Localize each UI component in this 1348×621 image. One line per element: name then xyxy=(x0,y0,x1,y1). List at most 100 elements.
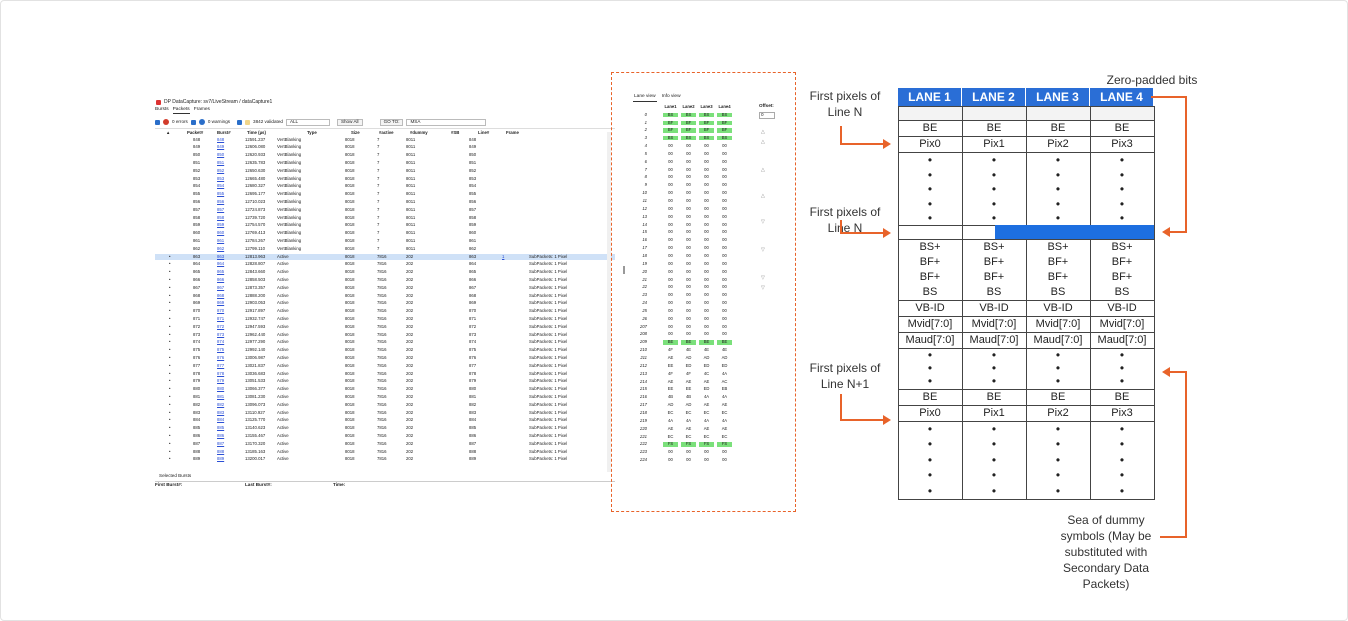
cell-b[interactable]: 878 xyxy=(217,371,224,376)
column-header[interactable]: #SB xyxy=(451,130,459,135)
cell-b[interactable]: 887 xyxy=(217,441,224,446)
cell-b[interactable]: 883 xyxy=(217,410,224,415)
table-row[interactable]: • 864 864 12828.807 Active 8018 7816 202 864 SubP… xyxy=(155,261,615,268)
menu-packets[interactable]: Packets xyxy=(172,107,190,114)
column-header[interactable]: Time (µs) xyxy=(247,130,266,135)
table-row[interactable]: 861 861 12784.267 VertBlanking 8018 7 8011 861 xyxy=(155,238,615,244)
table-row[interactable]: • 866 866 12858.503 Active 8018 7816 202 866 SubP… xyxy=(155,277,615,283)
table-row[interactable]: 852 852 12650.630 VertBlanking 8018 7 8011 852 xyxy=(155,168,615,174)
cell-b[interactable]: 861 xyxy=(217,238,224,243)
cell-b[interactable]: 851 xyxy=(217,160,224,165)
table-row[interactable]: • 876 876 13006.987 Active 8018 7816 202 876 SubP… xyxy=(155,355,615,361)
cell-b[interactable]: 849 xyxy=(217,144,224,149)
cell-b[interactable]: 869 xyxy=(217,300,224,305)
cell-b[interactable]: 859 xyxy=(217,222,224,227)
cell-b[interactable]: 885 xyxy=(217,425,224,430)
table-row[interactable]: 855 855 12695.177 VertBlanking 8018 7 8011 855 xyxy=(155,191,615,198)
cell-b[interactable]: 867 xyxy=(217,285,224,290)
column-header[interactable]: #dummy xyxy=(410,130,428,135)
table-row[interactable]: • 883 883 13110.927 Active 8018 7816 202 883 SubP… xyxy=(155,410,615,416)
table-row[interactable]: • 865 865 12843.660 Active 8018 7816 202 865 SubP… xyxy=(155,269,615,276)
table-row[interactable]: 851 851 12635.783 VertBlanking 8018 7 8011 851 xyxy=(155,160,615,166)
cell-b[interactable]: 873 xyxy=(217,332,224,337)
table-row[interactable]: • 867 867 12873.357 Active 8018 7816 202 867 SubP… xyxy=(155,285,615,291)
table-row[interactable]: • 885 885 13140.623 Active 8018 7816 202 885 SubP… xyxy=(155,425,615,432)
table-row[interactable]: • 872 872 12947.593 Active 8018 7816 202 872 SubP… xyxy=(155,324,615,330)
cell-b[interactable]: 881 xyxy=(217,394,224,399)
table-row[interactable]: • 887 887 13170.320 Active 8018 7816 202 887 SubP… xyxy=(155,441,615,447)
table-row[interactable]: • 888 888 13185.163 Active 8018 7816 202 888 SubP… xyxy=(155,449,615,455)
table-row[interactable]: • 868 868 12888.200 Active 8018 7816 202 868 SubP… xyxy=(155,293,615,299)
cell-b[interactable]: 871 xyxy=(217,316,224,321)
table-row[interactable]: • 877 877 13021.837 Active 8018 7816 202 877 SubP… xyxy=(155,363,615,369)
cell-b[interactable]: 866 xyxy=(217,277,224,282)
table-row[interactable]: 854 854 12680.327 VertBlanking 8018 7 8011 854 xyxy=(155,183,615,190)
cell-b[interactable]: 888 xyxy=(217,449,224,454)
column-header[interactable]: #active xyxy=(379,130,394,135)
table-row[interactable]: • 884 884 13125.770 Active 8018 7816 202 884 SubP… xyxy=(155,417,615,424)
cell-b[interactable]: 870 xyxy=(217,308,224,313)
table-row[interactable]: • 889 889 13200.017 Active 8018 7816 202 889 SubP… xyxy=(155,456,615,463)
cell-b[interactable]: 854 xyxy=(217,183,224,188)
cell-b[interactable]: 863 xyxy=(217,254,224,259)
show-all-button[interactable]: Show All xyxy=(336,118,363,126)
goto-select[interactable]: MSA xyxy=(406,118,487,126)
validated-checkbox[interactable] xyxy=(237,119,243,125)
table-row[interactable]: • 880 880 13066.377 Active 8018 7816 202 880 SubP… xyxy=(155,386,615,393)
cell-b[interactable]: 858 xyxy=(217,215,224,220)
table-row[interactable]: • 874 874 12977.290 Active 8018 7816 202 874 SubP… xyxy=(155,339,615,346)
cell-b[interactable]: 875 xyxy=(217,347,224,352)
cell-b[interactable]: 860 xyxy=(217,230,224,235)
cell-b[interactable]: 868 xyxy=(217,293,224,298)
table-row[interactable]: • 882 882 13096.073 Active 8018 7816 202 882 SubP… xyxy=(155,402,615,408)
cell-b[interactable]: 886 xyxy=(217,433,224,438)
table-row[interactable]: 857 857 12724.873 VertBlanking 8018 7 8011 857 xyxy=(155,207,615,213)
table-row[interactable]: 860 860 12769.413 VertBlanking 8018 7 8011 860 xyxy=(155,230,615,237)
table-row[interactable]: • 886 886 13155.467 Active 8018 7816 202 886 SubP… xyxy=(155,433,615,439)
column-header[interactable]: Frame xyxy=(506,130,519,135)
cell-b[interactable]: 862 xyxy=(217,246,224,251)
cell-b[interactable]: 856 xyxy=(217,199,224,204)
cell-b[interactable]: 855 xyxy=(217,191,224,196)
errors-checkbox[interactable] xyxy=(155,119,160,125)
cell-f[interactable]: 1 xyxy=(502,254,504,259)
cell-b[interactable]: 864 xyxy=(217,261,224,266)
column-header[interactable]: Burst# xyxy=(217,130,231,135)
table-row[interactable]: • 875 875 12992.140 Active 8018 7816 202 875 SubP… xyxy=(155,347,615,354)
table-row[interactable]: • 869 869 12903.053 Active 8018 7816 202 869 SubP… xyxy=(155,300,615,307)
cell-b[interactable]: 876 xyxy=(217,355,224,360)
table-row[interactable]: 848 848 12591.237 VertBlanking 8018 7 8011 848 xyxy=(155,137,615,143)
cell-b[interactable]: 880 xyxy=(217,386,224,391)
goto-button[interactable]: GO TO: xyxy=(379,118,404,126)
cell-b[interactable]: 852 xyxy=(217,168,224,173)
sort-icon[interactable]: ▴ xyxy=(167,130,169,135)
cell-b[interactable]: 853 xyxy=(217,176,224,181)
cell-b[interactable]: 872 xyxy=(217,324,224,329)
table-row[interactable]: 853 853 12665.480 VertBlanking 8018 7 8011 853 xyxy=(155,176,615,182)
cell-b[interactable]: 877 xyxy=(217,363,224,368)
cell-b[interactable]: 879 xyxy=(217,378,224,383)
table-row[interactable]: 859 859 12754.570 VertBlanking 8018 7 8011 859 xyxy=(155,222,615,229)
table-row[interactable]: 856 856 12710.023 VertBlanking 8018 7 8011 856 xyxy=(155,199,615,205)
column-header[interactable]: Line# xyxy=(478,130,489,135)
cell-b[interactable]: 889 xyxy=(217,456,224,461)
table-row[interactable]: • 871 871 12932.747 Active 8018 7816 202 871 SubP… xyxy=(155,316,615,322)
table-row[interactable]: • 878 878 13036.683 Active 8018 7816 202 878 SubP… xyxy=(155,371,615,377)
menu-bursts[interactable]: Bursts xyxy=(155,107,169,114)
cell-b[interactable]: 882 xyxy=(217,402,224,407)
table-row[interactable]: • 863 863 12813.963 Active 8018 7816 202 863 1 Sub… xyxy=(155,254,615,261)
column-header[interactable]: Size xyxy=(351,130,360,135)
table-row[interactable]: 858 858 12739.720 VertBlanking 8018 7 8011 858 xyxy=(155,215,615,221)
table-row[interactable]: 850 850 12620.933 VertBlanking 8018 7 8011 850 xyxy=(155,152,615,159)
table-row[interactable]: 849 849 12606.080 VertBlanking 8018 7 8011 849 xyxy=(155,144,615,151)
table-row[interactable]: • 870 870 12917.897 Active 8018 7816 202 870 SubP… xyxy=(155,308,615,315)
warnings-checkbox[interactable] xyxy=(190,119,196,125)
table-row[interactable]: • 881 881 13081.230 Active 8018 7816 202 881 SubP… xyxy=(155,394,615,400)
table-row[interactable]: • 873 873 12962.440 Active 8018 7816 202 873 SubP… xyxy=(155,332,615,338)
cell-b[interactable]: 865 xyxy=(217,269,224,274)
cell-b[interactable]: 884 xyxy=(217,417,224,422)
filter-select[interactable]: ALL xyxy=(285,118,330,126)
table-row[interactable]: • 879 879 13051.533 Active 8018 7816 202 879 SubP… xyxy=(155,378,615,385)
menu-frames[interactable]: Frames xyxy=(194,107,210,114)
cell-b[interactable]: 850 xyxy=(217,152,224,157)
